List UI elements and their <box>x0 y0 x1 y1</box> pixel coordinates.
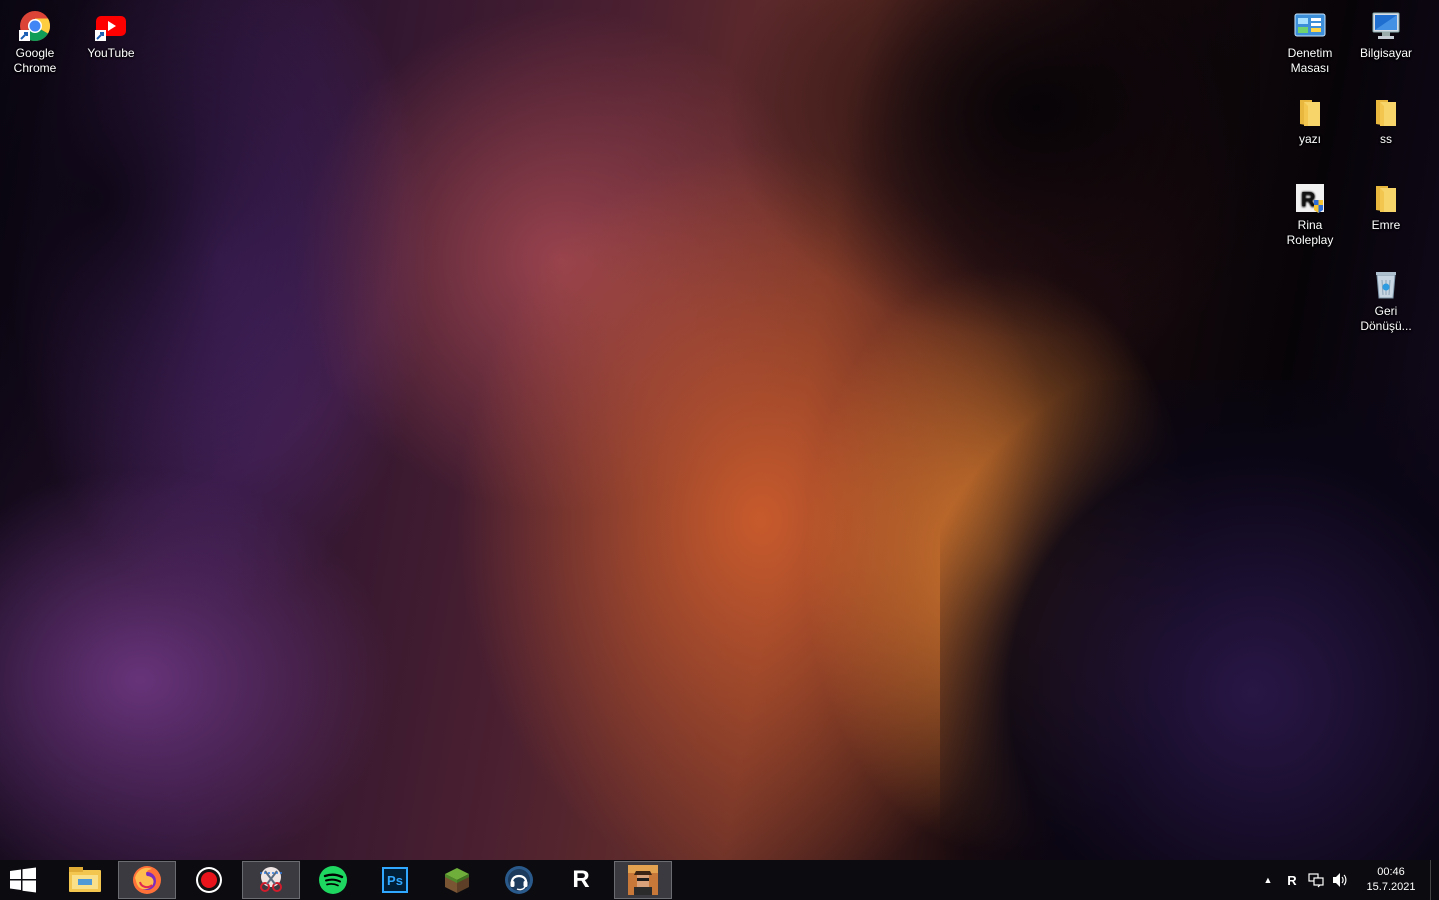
folder-icon <box>1370 96 1402 128</box>
grass-block-icon <box>445 868 469 893</box>
taskbar-snipping-tool[interactable] <box>242 861 300 899</box>
folder-icon <box>1370 182 1402 214</box>
taskbar-photoshop[interactable]: Ps <box>366 861 424 899</box>
desktop-icon-control-panel[interactable]: Denetim Masası <box>1273 2 1347 76</box>
taskbar-minecraft[interactable] <box>428 861 486 899</box>
record-icon <box>196 867 222 893</box>
taskbar-teamspeak[interactable] <box>490 861 548 899</box>
icon-label-line-2: Masası <box>1290 61 1330 75</box>
icon-label-line-1: Bilgisayar <box>1359 46 1413 60</box>
game-thumbnail-icon <box>628 865 658 895</box>
taskbar-firefox[interactable] <box>118 861 176 899</box>
firefox-icon <box>133 866 161 894</box>
wallpaper-shadow-right <box>700 0 1260 360</box>
desktop-wallpaper <box>0 0 1439 860</box>
taskbar-clock[interactable]: 00:46 15.7.2021 <box>1356 865 1426 895</box>
folder-icon <box>1294 96 1326 128</box>
rina-roleplay-icon: R <box>1294 182 1326 214</box>
network-icon <box>1308 873 1324 888</box>
taskbar-rockstar-launcher[interactable]: R <box>552 861 610 899</box>
icon-label-line-1: ss <box>1380 132 1392 146</box>
control-panel-icon <box>1294 10 1326 42</box>
language-label: R <box>1287 872 1297 888</box>
scissors-icon <box>260 867 282 892</box>
r-letter-icon: R <box>572 866 590 893</box>
chrome-icon <box>19 10 51 42</box>
wallpaper-shadow-left <box>0 0 460 560</box>
recycle-bin-icon <box>1370 268 1402 300</box>
desktop-icon-rina-roleplay[interactable]: R Rina Roleplay <box>1273 174 1347 248</box>
taskbar-file-explorer[interactable] <box>56 861 114 899</box>
icon-label-line-1: Denetim <box>1287 46 1333 60</box>
taskbar-game-window[interactable] <box>614 861 672 899</box>
icon-label-line-1: YouTube <box>87 46 135 60</box>
icon-label-line-2: Dönüşü... <box>1360 319 1412 333</box>
icon-label-line-1: Rina Roleplay <box>1286 218 1334 247</box>
tray-network[interactable] <box>1304 860 1328 900</box>
clock-time: 00:46 <box>1377 866 1405 878</box>
icon-label-line-1: Emre <box>1371 218 1401 232</box>
desktop-icon-recycle-bin[interactable]: Geri Dönüşü... <box>1349 260 1423 334</box>
photoshop-icon: Ps <box>382 867 408 893</box>
icon-label-line-1: Google <box>15 46 55 60</box>
photoshop-icon-text: Ps <box>387 872 403 888</box>
spotify-icon <box>319 866 347 894</box>
taskbar-screen-recorder[interactable] <box>180 861 238 899</box>
windows-logo-icon <box>10 867 36 893</box>
desktop-icon-youtube[interactable]: YouTube <box>74 2 148 61</box>
tray-volume[interactable] <box>1328 860 1352 900</box>
clock-date: 15.7.2021 <box>1366 881 1416 893</box>
youtube-icon <box>95 10 127 42</box>
taskbar: Ps R ▲ R 00:46 15.7.2021 <box>0 860 1439 900</box>
headset-icon <box>505 866 533 894</box>
folder-icon <box>69 867 101 892</box>
icon-label-line-1: yazı <box>1298 132 1321 146</box>
start-button[interactable] <box>0 861 46 899</box>
icon-label-line-1: Geri <box>1374 304 1398 318</box>
icon-label-line-2: Chrome <box>13 61 57 75</box>
desktop-icon-folder-yazi[interactable]: yazı <box>1273 88 1347 147</box>
system-tray: ▲ R 00:46 15.7.2021 <box>1256 860 1439 900</box>
speaker-icon <box>1333 873 1347 887</box>
chevron-up-icon: ▲ <box>1263 875 1273 885</box>
show-desktop-button[interactable] <box>1430 860 1439 900</box>
computer-icon <box>1370 10 1402 42</box>
svg-text:R: R <box>1301 189 1316 211</box>
desktop-icon-google-chrome[interactable]: Google Chrome <box>0 2 72 76</box>
wallpaper-rock-right <box>940 380 1439 860</box>
desktop-icon-folder-emre[interactable]: Emre <box>1349 174 1423 233</box>
tray-language-indicator[interactable]: R <box>1280 860 1304 900</box>
taskbar-spotify[interactable] <box>304 861 362 899</box>
desktop-icon-folder-ss[interactable]: ss <box>1349 88 1423 147</box>
tray-overflow-button[interactable]: ▲ <box>1256 860 1280 900</box>
desktop-icon-computer[interactable]: Bilgisayar <box>1349 2 1423 61</box>
